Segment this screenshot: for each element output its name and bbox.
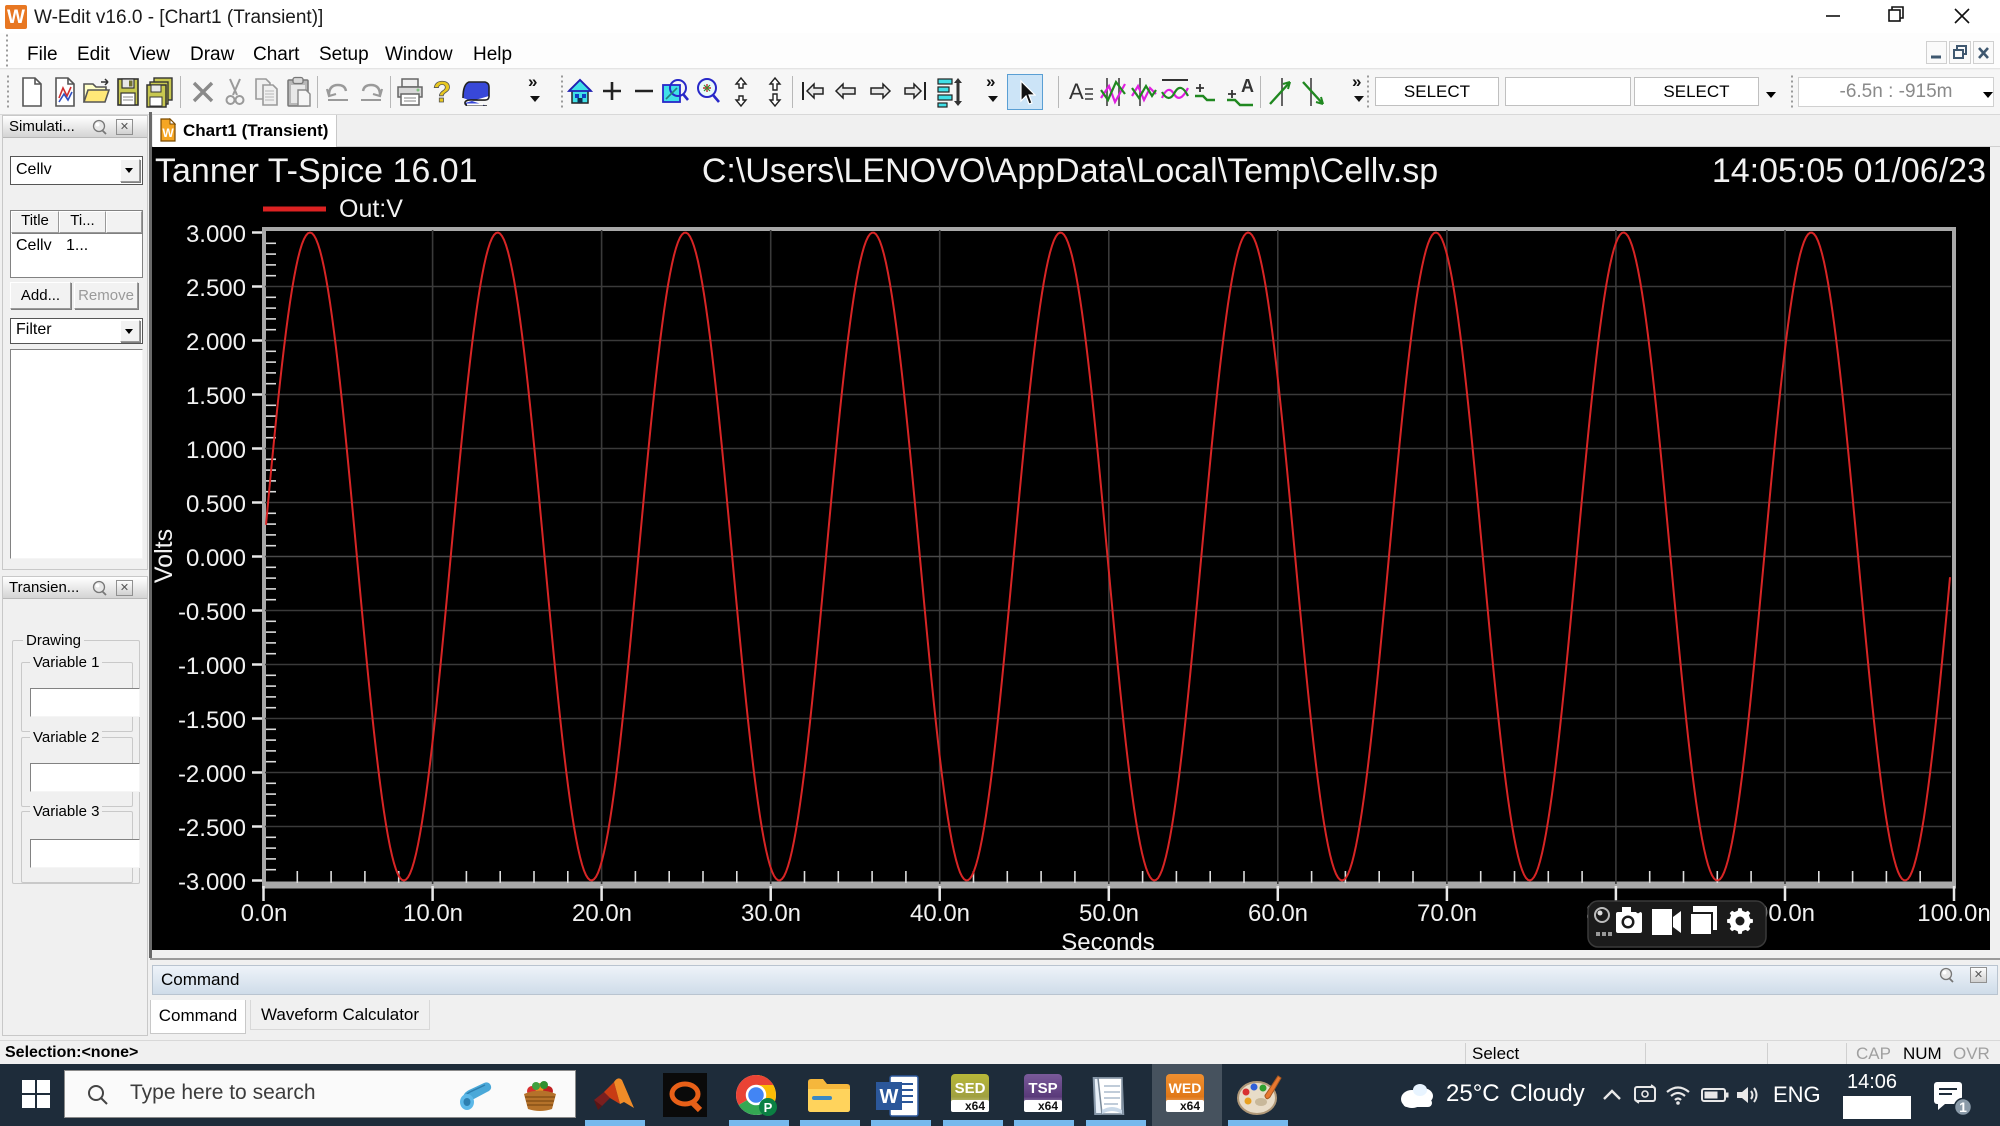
svg-text:2.500: 2.500	[186, 275, 246, 302]
svg-text:-2.000: -2.000	[178, 761, 246, 788]
svg-text:1.500: 1.500	[186, 383, 246, 410]
svg-text:-0.500: -0.500	[178, 599, 246, 626]
svg-text:30.0n: 30.0n	[741, 900, 801, 927]
svg-text:TSP: TSP	[1028, 1080, 1057, 1097]
svg-text:A: A	[1241, 76, 1254, 96]
svg-text:3.000: 3.000	[186, 221, 246, 248]
svg-text:-1.000: -1.000	[178, 653, 246, 680]
svg-text:-1.500: -1.500	[178, 707, 246, 734]
svg-text:40.0n: 40.0n	[910, 900, 970, 927]
svg-text:x64: x64	[1180, 1099, 1200, 1112]
svg-text:SED: SED	[955, 1080, 986, 1097]
svg-text:W: W	[880, 1086, 899, 1108]
svg-text:2.000: 2.000	[186, 329, 246, 356]
svg-text:50.0n: 50.0n	[1079, 900, 1139, 927]
svg-text:Out:V: Out:V	[339, 195, 403, 223]
svg-text:Tanner T-Spice 16.01: Tanner T-Spice 16.01	[155, 152, 478, 190]
svg-text:0.000: 0.000	[186, 545, 246, 572]
svg-text:-2.500: -2.500	[178, 815, 246, 842]
svg-text:-3.000: -3.000	[178, 869, 246, 896]
svg-text:1.000: 1.000	[186, 437, 246, 464]
svg-text:14:05:05 01/06/23: 14:05:05 01/06/23	[1712, 152, 1986, 190]
svg-text:1: 1	[1959, 1099, 1967, 1115]
svg-text:20.0n: 20.0n	[572, 900, 632, 927]
svg-text:P: P	[764, 1100, 773, 1115]
svg-text:Seconds: Seconds	[1061, 929, 1154, 950]
svg-text:C:\Users\LENOVO\AppData\Local\: C:\Users\LENOVO\AppData\Local\Temp\Cellv…	[702, 152, 1438, 190]
svg-text:0.500: 0.500	[186, 491, 246, 518]
svg-text:Volts: Volts	[152, 529, 178, 583]
svg-text:0.0n: 0.0n	[241, 900, 288, 927]
svg-text:A: A	[1069, 81, 1084, 103]
svg-text:?: ?	[433, 76, 451, 108]
svg-text:x64: x64	[965, 1099, 985, 1112]
svg-text:10.0n: 10.0n	[403, 900, 463, 927]
svg-text:W: W	[162, 126, 174, 140]
svg-text:WED: WED	[1169, 1080, 1202, 1096]
svg-text:70.0n: 70.0n	[1417, 900, 1477, 927]
svg-text:x64: x64	[1038, 1099, 1058, 1112]
svg-text:100.0n: 100.0n	[1917, 900, 1990, 927]
svg-text:60.0n: 60.0n	[1248, 900, 1308, 927]
